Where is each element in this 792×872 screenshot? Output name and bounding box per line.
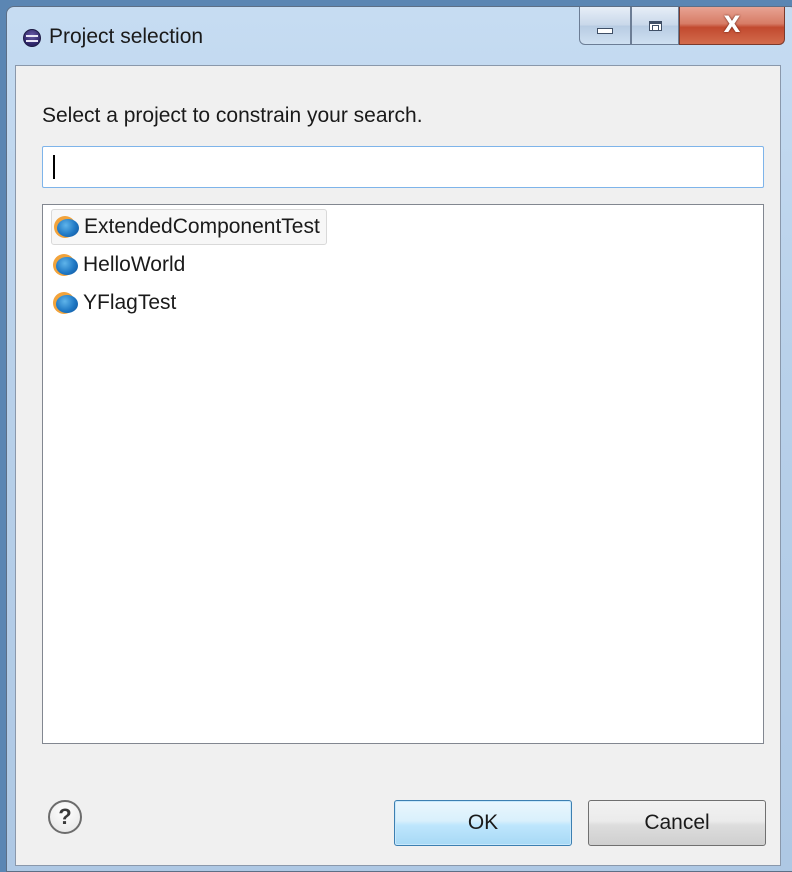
list-item[interactable]: HelloWorld <box>51 247 191 283</box>
list-item-label: ExtendedComponentTest <box>84 215 320 238</box>
dialog-body: Select a project to constrain your searc… <box>15 65 781 866</box>
search-input[interactable] <box>42 146 764 188</box>
maximize-icon <box>648 20 662 31</box>
minimize-button[interactable] <box>579 7 631 45</box>
maximize-button[interactable] <box>631 7 679 45</box>
close-button[interactable]: X <box>679 7 785 45</box>
ok-button[interactable]: OK <box>394 800 572 846</box>
project-list[interactable]: ExtendedComponentTest HelloWorld YFlagTe… <box>42 204 764 744</box>
close-icon: X <box>723 12 741 38</box>
list-item-label: HelloWorld <box>83 253 186 276</box>
minimize-icon <box>597 27 613 34</box>
cancel-button[interactable]: Cancel <box>588 800 766 846</box>
project-icon <box>54 216 80 238</box>
help-icon[interactable]: ? <box>48 800 82 834</box>
window-title: Project selection <box>49 25 204 48</box>
project-icon <box>53 292 79 314</box>
prompt-label: Select a project to constrain your searc… <box>42 104 423 127</box>
title-bar[interactable]: Project selection X <box>7 7 792 65</box>
list-item[interactable]: ExtendedComponentTest <box>51 209 327 245</box>
project-icon <box>53 254 79 276</box>
eclipse-icon <box>23 29 41 47</box>
project-selection-dialog: Project selection X Select a project to … <box>6 6 792 872</box>
list-item-label: YFlagTest <box>83 291 177 314</box>
list-item[interactable]: YFlagTest <box>51 285 182 321</box>
text-caret <box>53 155 55 179</box>
